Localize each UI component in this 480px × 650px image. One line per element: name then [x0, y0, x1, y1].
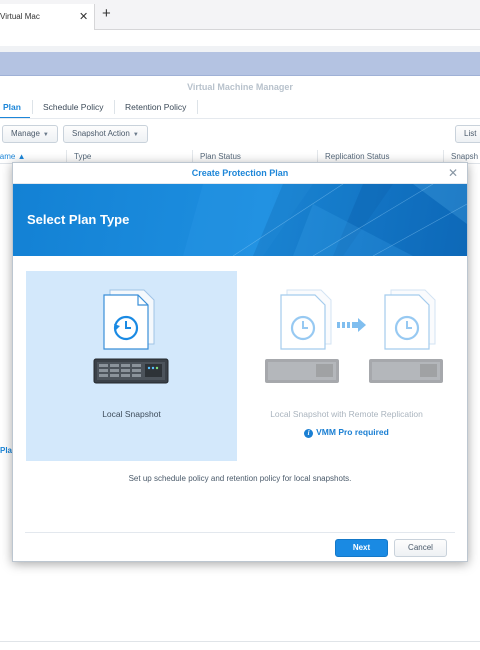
tab-divider — [197, 100, 198, 114]
column-header-replication-status[interactable]: Replication Status — [325, 152, 389, 161]
target-document-clock-icon — [384, 289, 436, 350]
replication-arrow-icon — [337, 318, 366, 332]
vmm-pro-required-link[interactable]: i VMM Pro required — [241, 427, 452, 438]
source-document-clock-icon — [280, 289, 332, 350]
tab-close-icon[interactable]: ✕ — [79, 10, 88, 23]
option-remote-label: Local Snapshot with Remote Replication — [270, 409, 423, 419]
source-nas-server-icon — [265, 359, 339, 383]
tab-schedule-policy[interactable]: Schedule Policy — [43, 102, 103, 112]
plan-description: Set up schedule policy and retention pol… — [128, 474, 352, 483]
remote-replication-illustration — [265, 289, 443, 383]
close-icon[interactable]: ✕ — [448, 166, 458, 180]
manage-button-label: Manage — [11, 129, 40, 138]
cancel-button[interactable]: Cancel — [394, 539, 447, 557]
vmm-pro-required-label: VMM Pro required — [316, 427, 389, 437]
list-view-label: List — [464, 129, 477, 138]
divider — [0, 641, 480, 642]
dialog-title: Create Protection Plan — [191, 168, 289, 178]
address-bar[interactable] — [0, 30, 480, 52]
option-remote-replication[interactable]: Local Snapshot with Remote Replication i… — [241, 271, 452, 461]
tab-plan[interactable]: Plan — [3, 102, 21, 112]
info-icon: i — [304, 429, 314, 438]
manage-button[interactable]: Manage ▼ — [2, 125, 58, 143]
create-protection-plan-dialog: Create Protection Plan ✕ Select Plan Typ… — [12, 162, 468, 562]
snapshot-action-label: Snapshot Action — [72, 129, 130, 138]
nas-server-icon — [93, 358, 169, 384]
browser-tab[interactable]: Virtual Machine Manager - M ✕ — [0, 4, 95, 30]
browser-tab-strip: Virtual Machine Manager - M ✕ + — [0, 0, 480, 30]
new-tab-icon[interactable]: + — [102, 6, 111, 21]
option-local-snapshot[interactable]: Local Snapshot — [26, 271, 237, 461]
column-header-type[interactable]: Type — [74, 152, 91, 161]
snapshot-action-button[interactable]: Snapshot Action ▼ — [63, 125, 148, 143]
toolbar: Manage ▼ Snapshot Action ▼ List — [0, 124, 480, 146]
tab-divider — [114, 100, 115, 114]
app-title: Virtual Machine Manager — [187, 82, 293, 92]
tab-retention-policy[interactable]: Retention Policy — [125, 102, 186, 112]
dsm-taskbar — [0, 52, 480, 76]
dialog-footer-divider — [25, 532, 455, 533]
column-header-plan-status[interactable]: Plan Status — [200, 152, 241, 161]
caret-down-icon: ▼ — [132, 132, 139, 138]
option-local-label: Local Snapshot — [102, 409, 161, 419]
list-view-button[interactable]: List — [455, 125, 480, 143]
column-header-name[interactable]: Name ▲ — [0, 152, 25, 161]
next-button[interactable]: Next — [335, 539, 388, 557]
document-clock-icon — [103, 289, 155, 350]
dialog-titlebar: Create Protection Plan ✕ — [13, 163, 467, 184]
dialog-banner: Select Plan Type — [13, 184, 467, 256]
tab-divider — [32, 100, 33, 114]
local-snapshot-illustration — [93, 289, 169, 384]
target-nas-server-icon — [369, 359, 443, 383]
tabs-border — [0, 118, 480, 119]
banner-title: Select Plan Type — [27, 212, 130, 227]
browser-tab-title: Virtual Machine Manager - M — [0, 12, 40, 21]
column-header-snapshot[interactable]: Snapsh — [451, 152, 478, 161]
caret-down-icon: ▼ — [42, 132, 49, 138]
